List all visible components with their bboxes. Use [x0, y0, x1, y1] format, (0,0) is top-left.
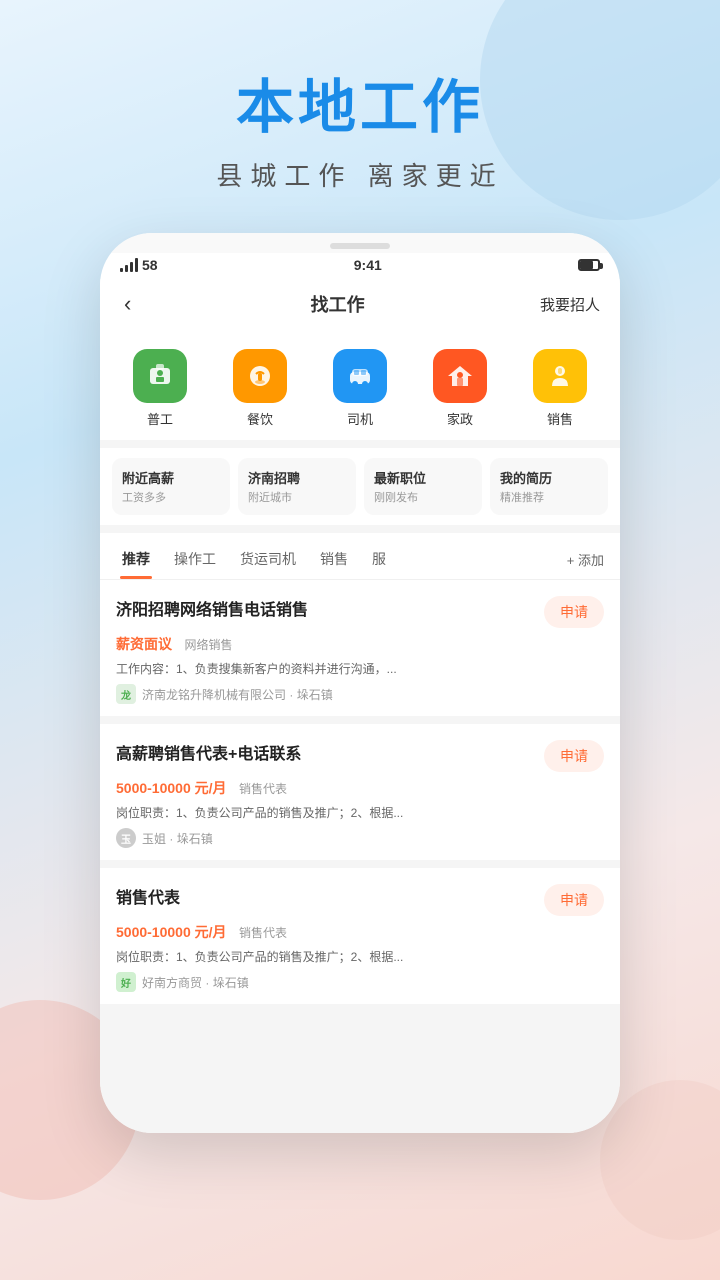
- back-button[interactable]: ‹: [120, 287, 135, 321]
- job-card-1: 济阳招聘网络销售电话销售 申请 薪资面议 网络销售 工作内容：1、负责搜集新客户…: [100, 580, 620, 716]
- job-salary-3: 5000-10000 元/月: [116, 924, 227, 940]
- status-bar: 58 9:41: [100, 253, 620, 279]
- job-salary-row-2: 5000-10000 元/月 销售代表: [116, 778, 604, 798]
- job-salary-1: 薪资面议: [116, 636, 172, 652]
- job-desc-2: 岗位职责：1、负责公司产品的销售及推广；2、根据...: [116, 804, 604, 822]
- status-time: 9:41: [354, 257, 382, 273]
- job-salary-row-1: 薪资面议 网络销售: [116, 634, 604, 654]
- job-desc-1: 工作内容：1、负责搜集新客户的资料并进行沟通，...: [116, 660, 604, 678]
- category-housekeep-icon: [433, 349, 487, 403]
- job-header-3: 销售代表 申请: [116, 884, 604, 916]
- battery-fill: [580, 261, 594, 269]
- quick-card-latest[interactable]: 最新职位 刚刚发布: [364, 458, 482, 515]
- job-card-2: 高薪聘销售代表+电话联系 申请 5000-10000 元/月 销售代表 岗位职责…: [100, 724, 620, 860]
- content-area: 普工 餐饮: [100, 333, 620, 1133]
- tab-operator[interactable]: 操作工: [164, 543, 226, 579]
- quick-card-jinan-sub: 附近城市: [248, 489, 346, 505]
- quick-card-jinan-title: 济南招聘: [248, 468, 346, 487]
- category-row: 普工 餐饮: [100, 333, 620, 440]
- tab-sales[interactable]: 销售: [310, 543, 358, 579]
- quick-card-nearby-sub: 工资多多: [122, 489, 220, 505]
- tab-recommend[interactable]: 推荐: [112, 543, 160, 579]
- category-food[interactable]: 餐饮: [233, 349, 287, 428]
- company-name-2: 玉姐 · 垛石镇: [142, 830, 213, 847]
- battery-icon: [578, 259, 600, 271]
- quick-card-resume[interactable]: 我的简历 精准推荐: [490, 458, 608, 515]
- category-sales[interactable]: 销售: [533, 349, 587, 428]
- company-logo-3: 好: [116, 972, 136, 992]
- apply-button-1[interactable]: 申请: [544, 596, 604, 628]
- phone-frame: 58 9:41 ‹ 找工作 我要招人: [100, 233, 620, 1133]
- job-company-2: 玉 玉姐 · 垛石镇: [116, 828, 604, 848]
- category-driver[interactable]: 司机: [333, 349, 387, 428]
- category-sales-label: 销售: [547, 409, 573, 428]
- company-name-3: 好南方商贸 · 垛石镇: [142, 974, 249, 991]
- category-general-label: 普工: [147, 409, 173, 428]
- company-logo-1: 龙: [116, 684, 136, 704]
- phone-speaker: [330, 243, 390, 249]
- phone-top-bar: [100, 233, 620, 253]
- status-left: 58: [120, 257, 158, 273]
- job-salary-2: 5000-10000 元/月: [116, 780, 227, 796]
- tab-service[interactable]: 服: [362, 543, 396, 579]
- category-general-icon: [133, 349, 187, 403]
- hero-section: 本地工作 县城工作 离家更近: [0, 0, 720, 213]
- job-title-2: 高薪聘销售代表+电话联系: [116, 740, 534, 764]
- hero-sub-title: 县城工作 离家更近: [0, 156, 720, 193]
- quick-card-latest-sub: 刚刚发布: [374, 489, 472, 505]
- job-title-3: 销售代表: [116, 884, 534, 908]
- quick-card-resume-sub: 精准推荐: [500, 489, 598, 505]
- tab-add-button[interactable]: + 添加: [563, 544, 608, 579]
- job-header-1: 济阳招聘网络销售电话销售 申请: [116, 596, 604, 628]
- signal-text: 58: [142, 257, 158, 273]
- job-company-3: 好 好南方商贸 · 垛石镇: [116, 972, 604, 992]
- job-title-1: 济阳招聘网络销售电话销售: [116, 596, 534, 620]
- job-tag-3: 销售代表: [239, 924, 287, 941]
- quick-access-row: 附近高薪 工资多多 济南招聘 附近城市 最新职位 刚刚发布 我的简历 精准推荐: [100, 448, 620, 525]
- job-desc-3: 岗位职责：1、负责公司产品的销售及推广；2、根据...: [116, 948, 604, 966]
- phone-mockup: 58 9:41 ‹ 找工作 我要招人: [0, 233, 720, 1133]
- category-housekeep[interactable]: 家政: [433, 349, 487, 428]
- tab-bar: 推荐 操作工 货运司机 销售 服 + 添加: [100, 533, 620, 580]
- category-food-label: 餐饮: [247, 409, 273, 428]
- job-salary-row-3: 5000-10000 元/月 销售代表: [116, 922, 604, 942]
- quick-card-latest-title: 最新职位: [374, 468, 472, 487]
- category-driver-label: 司机: [347, 409, 373, 428]
- job-company-1: 龙 济南龙铭升降机械有限公司 · 垛石镇: [116, 684, 604, 704]
- nav-right-action[interactable]: 我要招人: [540, 294, 600, 315]
- category-food-icon: [233, 349, 287, 403]
- category-general[interactable]: 普工: [133, 349, 187, 428]
- job-list: 济阳招聘网络销售电话销售 申请 薪资面议 网络销售 工作内容：1、负责搜集新客户…: [100, 580, 620, 1004]
- phone-notch: [130, 243, 590, 249]
- job-header-2: 高薪聘销售代表+电话联系 申请: [116, 740, 604, 772]
- category-driver-icon: [333, 349, 387, 403]
- category-sales-icon: [533, 349, 587, 403]
- job-card-3: 销售代表 申请 5000-10000 元/月 销售代表 岗位职责：1、负责公司产…: [100, 868, 620, 1004]
- nav-bar: ‹ 找工作 我要招人: [100, 279, 620, 333]
- apply-button-2[interactable]: 申请: [544, 740, 604, 772]
- company-logo-2: 玉: [116, 828, 136, 848]
- tab-driver[interactable]: 货运司机: [230, 543, 306, 579]
- job-tag-1: 网络销售: [184, 636, 232, 653]
- quick-card-nearby[interactable]: 附近高薪 工资多多: [112, 458, 230, 515]
- quick-card-nearby-title: 附近高薪: [122, 468, 220, 487]
- company-name-1: 济南龙铭升降机械有限公司 · 垛石镇: [142, 686, 333, 703]
- signal-icon: [120, 258, 138, 272]
- hero-main-title: 本地工作: [0, 60, 720, 144]
- quick-card-resume-title: 我的简历: [500, 468, 598, 487]
- category-housekeep-label: 家政: [447, 409, 473, 428]
- quick-card-jinan[interactable]: 济南招聘 附近城市: [238, 458, 356, 515]
- apply-button-3[interactable]: 申请: [544, 884, 604, 916]
- nav-title: 找工作: [311, 291, 365, 317]
- job-tag-2: 销售代表: [239, 780, 287, 797]
